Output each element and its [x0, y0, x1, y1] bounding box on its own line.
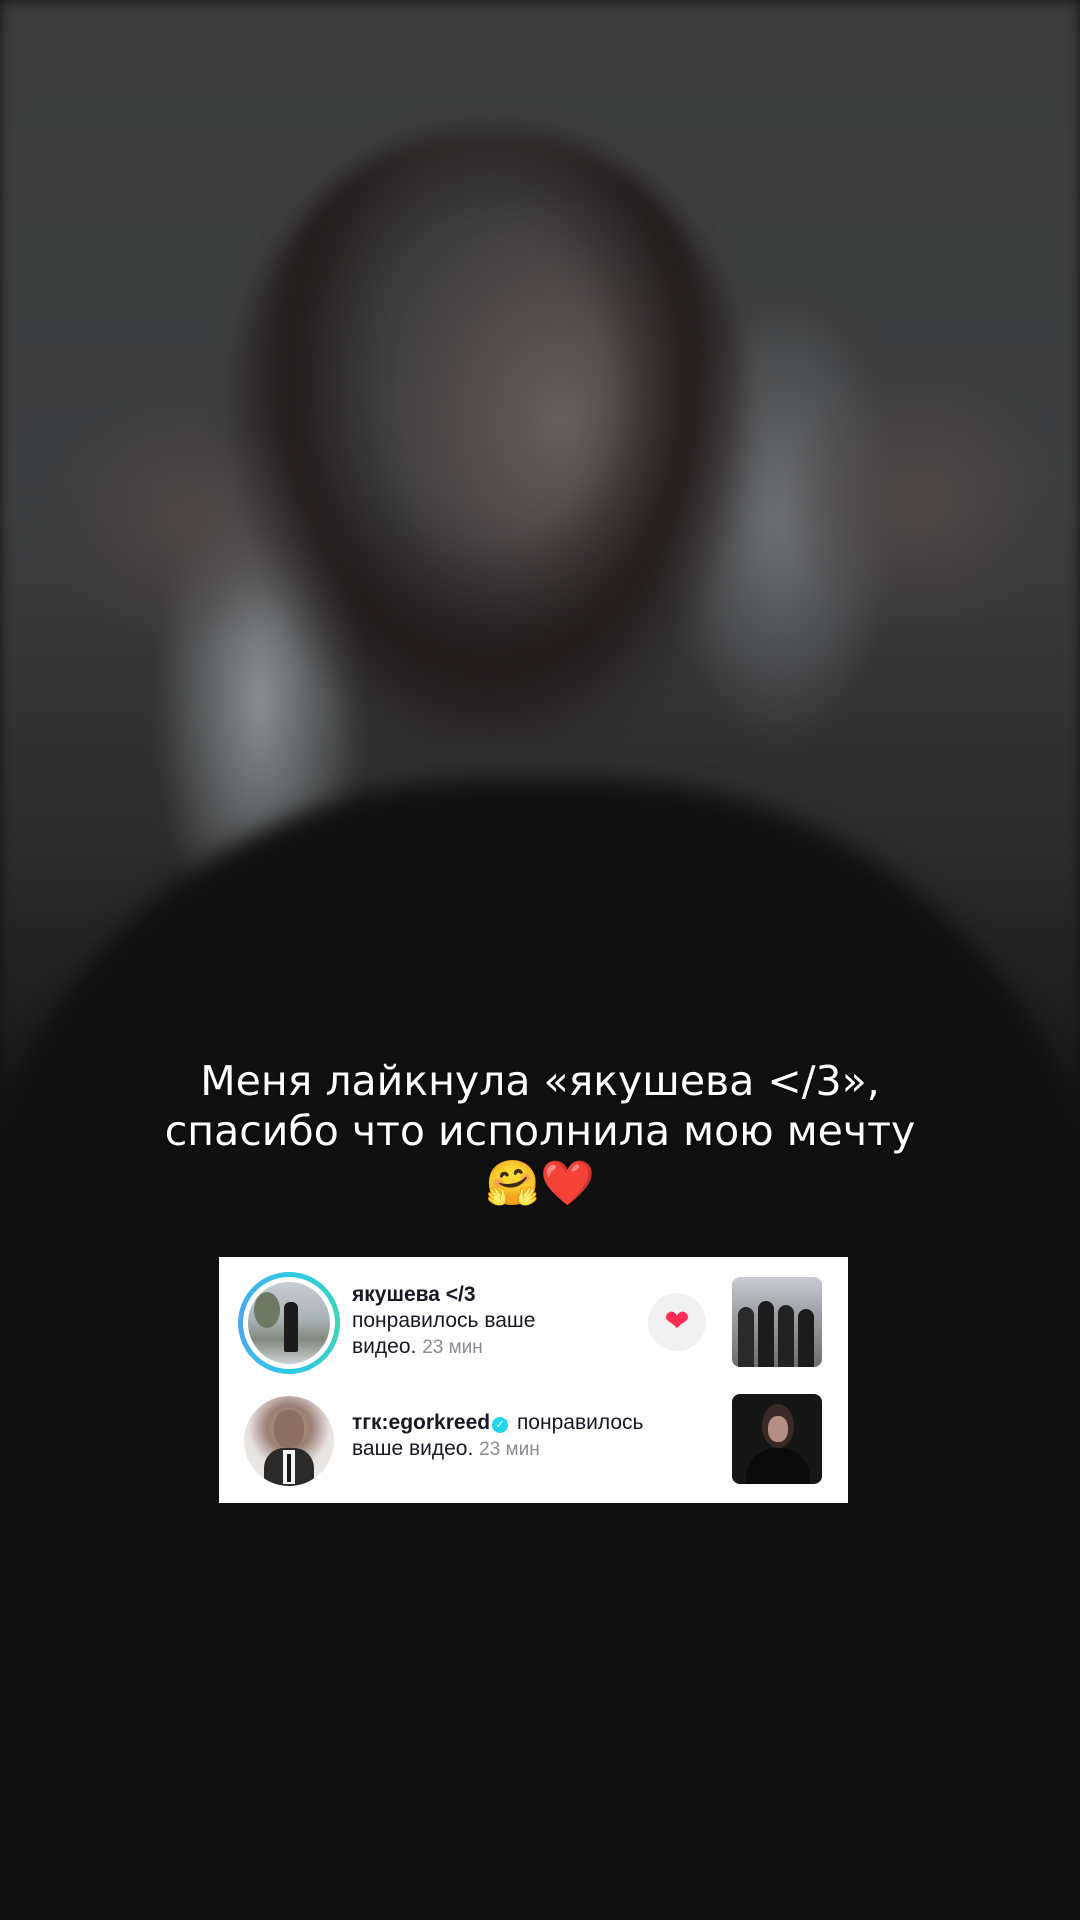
avatar[interactable]	[244, 1396, 334, 1486]
notification-item[interactable]: тгк:egorkreed ✓ понравилось ваше видео. 2…	[219, 1380, 848, 1500]
notification-time: 23 мин	[479, 1439, 540, 1460]
caption-line-1: Меня лайкнула «якушева </3»,	[200, 1057, 880, 1105]
caption-emojis: 🤗❤️	[485, 1158, 595, 1209]
video-thumbnail[interactable]	[732, 1277, 822, 1367]
notification-text: тгк:egorkreed ✓ понравилось ваше видео. 2…	[352, 1410, 692, 1463]
notification-item[interactable]: якушева </3 понравилось ваше видео. 23 м…	[219, 1257, 848, 1377]
notifications-screenshot: якушева </3 понравилось ваше видео. 23 м…	[219, 1257, 848, 1503]
video-thumbnail[interactable]	[732, 1394, 822, 1484]
video-frame[interactable]: Меня лайкнула «якушева </3», спасибо что…	[0, 0, 1080, 1920]
video-background-detail	[230, 130, 750, 750]
notification-text: якушева </3 понравилось ваше видео. 23 м…	[352, 1282, 592, 1361]
notification-username[interactable]: тгк:egorkreed	[352, 1411, 490, 1434]
verified-badge-icon: ✓	[492, 1417, 509, 1433]
caption-line-2: спасибо что исполнила мою мечту	[164, 1107, 916, 1155]
video-caption: Меня лайкнула «якушева </3», спасибо что…	[0, 1056, 1080, 1212]
like-button[interactable]: ❤	[648, 1293, 706, 1351]
notification-username[interactable]: якушева </3	[352, 1283, 476, 1306]
avatar[interactable]	[248, 1282, 330, 1364]
heart-icon: ❤	[664, 1305, 690, 1338]
notification-time: 23 мин	[422, 1337, 483, 1358]
